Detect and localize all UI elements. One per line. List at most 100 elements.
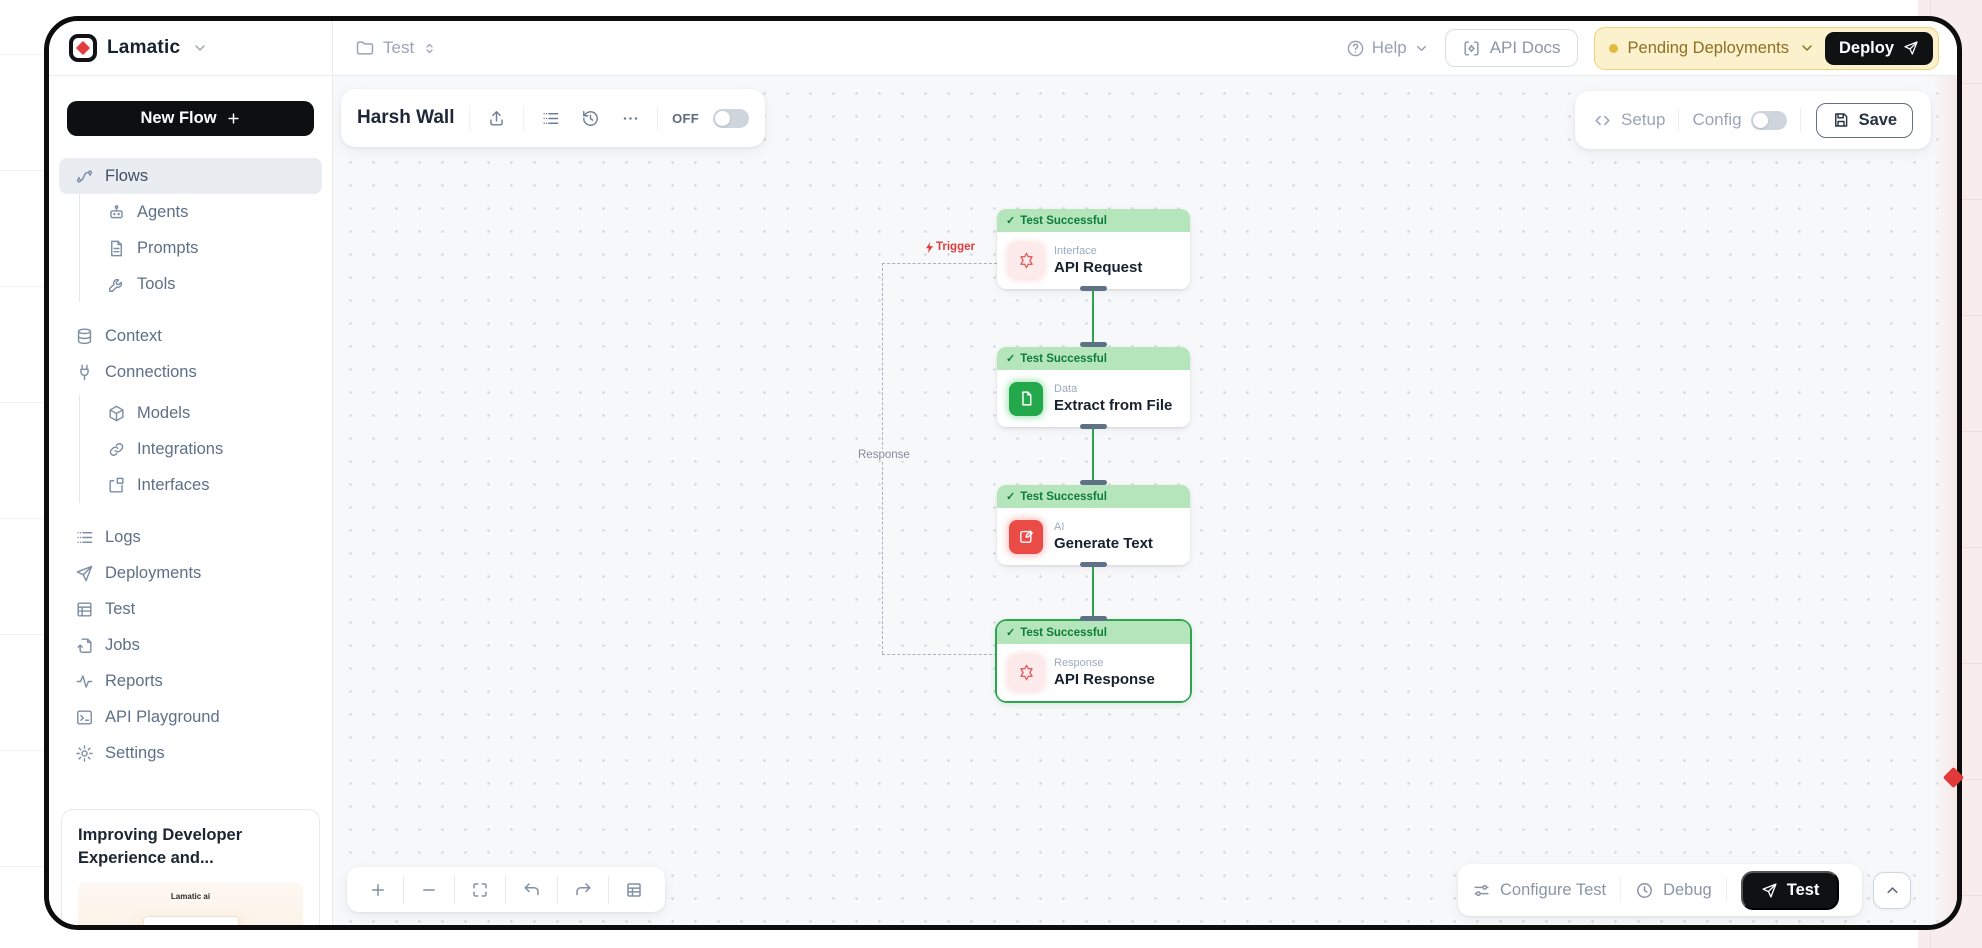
- brand-name: Lamatic: [107, 37, 180, 59]
- sidebar-item-settings[interactable]: Settings: [49, 735, 332, 771]
- flow-node-api-request[interactable]: Test Successful Interface API Request: [997, 209, 1190, 289]
- promo-card[interactable]: Improving Developer Experience and... La…: [61, 809, 320, 930]
- test-label: Test: [1787, 881, 1820, 900]
- flow-node-extract-from-file[interactable]: Test Successful Data Extract from File: [997, 347, 1190, 427]
- debug-label: Debug: [1663, 881, 1712, 900]
- node-title: API Request: [1054, 259, 1142, 276]
- config-toggle[interactable]: [1751, 111, 1787, 130]
- fit-view-button[interactable]: [468, 876, 492, 904]
- connections-subgroup: Models Integrations Interfaces: [79, 395, 332, 503]
- sidebar-item-label: Test: [105, 600, 135, 619]
- plus-icon: [226, 111, 241, 126]
- sidebar-item-interfaces[interactable]: Interfaces: [80, 467, 332, 503]
- send-icon: [1761, 882, 1778, 899]
- chevron-down-icon: [1799, 40, 1815, 56]
- sidebar-item-deployments[interactable]: Deployments: [49, 555, 332, 591]
- sidebar-item-label: Integrations: [137, 440, 223, 459]
- config-toggle-group[interactable]: Config: [1692, 110, 1786, 130]
- share-upload-button[interactable]: [484, 104, 510, 132]
- help-menu[interactable]: Help: [1346, 38, 1429, 58]
- api-docs-button[interactable]: API Docs: [1445, 29, 1578, 67]
- node-handle[interactable]: [1080, 480, 1107, 485]
- edge-line: [1092, 565, 1094, 620]
- sidebar-item-reports[interactable]: Reports: [49, 663, 332, 699]
- node-title: API Response: [1054, 671, 1155, 688]
- debug-button[interactable]: Debug: [1635, 881, 1712, 900]
- node-title: Extract from File: [1054, 397, 1172, 414]
- deploy-label: Deploy: [1839, 39, 1894, 58]
- sidebar-item-label: Agents: [137, 203, 188, 222]
- trigger-edge-label: Trigger: [925, 241, 975, 253]
- node-handle[interactable]: [1080, 616, 1107, 621]
- flow-enabled-toggle[interactable]: [713, 109, 749, 128]
- save-button[interactable]: Save: [1816, 103, 1914, 138]
- sidebar-item-label: Flows: [105, 167, 148, 186]
- setup-button[interactable]: Setup: [1593, 110, 1665, 130]
- promo-thumb-caption: Day 2 - Tue 25 March: [143, 916, 239, 930]
- new-flow-button[interactable]: New Flow: [67, 101, 314, 136]
- models-icon: [107, 404, 126, 423]
- flows-icon: [75, 167, 94, 186]
- canvas-edge-fade: [1933, 76, 1957, 925]
- interface-node-icon: [1009, 244, 1043, 278]
- sidebar-item-tools[interactable]: Tools: [80, 266, 332, 302]
- zoom-in-button[interactable]: [366, 876, 390, 904]
- flows-subgroup: Agents Prompts Tools: [79, 194, 332, 302]
- project-name: Test: [383, 38, 414, 58]
- more-options-button[interactable]: [617, 104, 643, 132]
- paper-plane-icon: [75, 564, 94, 583]
- flow-node-api-response[interactable]: Test Successful Response API Response: [997, 621, 1190, 701]
- config-label: Config: [1692, 110, 1741, 130]
- expand-panel-button[interactable]: [1873, 872, 1911, 909]
- flow-node-generate-text[interactable]: Test Successful AI Generate Text: [997, 485, 1190, 565]
- promo-title: Improving Developer Experience and...: [78, 824, 303, 870]
- project-breadcrumb[interactable]: Test: [355, 38, 437, 58]
- send-icon: [1903, 40, 1919, 56]
- sidebar-item-api-playground[interactable]: API Playground: [49, 699, 332, 735]
- zoom-out-button[interactable]: [417, 876, 441, 904]
- api-docs-label: API Docs: [1490, 38, 1561, 58]
- flow-canvas[interactable]: Trigger Response Test Successful: [333, 76, 1957, 925]
- node-handle[interactable]: [1080, 424, 1107, 429]
- pending-deployments-dropdown[interactable]: Pending Deployments Deploy: [1594, 27, 1939, 70]
- edge-line: [1092, 289, 1094, 344]
- sidebar-item-agents[interactable]: Agents: [80, 194, 332, 230]
- undo-button[interactable]: [520, 876, 544, 904]
- response-edge-label: Response: [854, 449, 914, 461]
- dashed-edge-response: [882, 654, 997, 655]
- sidebar-item-prompts[interactable]: Prompts: [80, 230, 332, 266]
- sidebar-item-label: Jobs: [105, 636, 140, 655]
- sidebar-item-label: Settings: [105, 744, 165, 763]
- sidebar-item-context[interactable]: Context: [49, 318, 332, 354]
- node-handle[interactable]: [1080, 286, 1107, 291]
- agents-icon: [107, 203, 126, 222]
- topbar: Test Help API Docs Pending Deployments: [333, 21, 1957, 76]
- sidebar-nav: Flows Agents Prompts Tools Con: [49, 158, 332, 771]
- folder-icon: [355, 38, 375, 58]
- setup-label: Setup: [1621, 110, 1665, 130]
- sidebar-item-logs[interactable]: Logs: [49, 519, 332, 555]
- check-icon: [1006, 490, 1015, 503]
- configure-test-button[interactable]: Configure Test: [1472, 881, 1606, 900]
- sidebar-item-test[interactable]: Test: [49, 591, 332, 627]
- save-label: Save: [1859, 111, 1898, 130]
- sidebar-item-connections[interactable]: Connections: [49, 354, 332, 390]
- deploy-button[interactable]: Deploy: [1825, 32, 1933, 65]
- workspace-switcher[interactable]: Lamatic: [49, 21, 332, 76]
- sidebar-item-jobs[interactable]: Jobs: [49, 627, 332, 663]
- queue-list-button[interactable]: [538, 104, 564, 132]
- data-node-icon: [1009, 382, 1043, 416]
- sidebar-item-integrations[interactable]: Integrations: [80, 431, 332, 467]
- activity-icon: [75, 672, 94, 691]
- history-button[interactable]: [578, 104, 604, 132]
- configure-test-label: Configure Test: [1500, 881, 1606, 900]
- redo-button[interactable]: [571, 876, 595, 904]
- sidebar-item-models[interactable]: Models: [80, 395, 332, 431]
- node-handle[interactable]: [1080, 342, 1107, 347]
- clock-icon: [1635, 881, 1654, 900]
- test-button[interactable]: Test: [1741, 871, 1840, 910]
- promo-thumb-brand: Lamatic ai: [78, 892, 303, 901]
- node-handle[interactable]: [1080, 562, 1107, 567]
- sidebar-item-flows[interactable]: Flows: [59, 158, 322, 194]
- data-table-button[interactable]: [622, 876, 646, 904]
